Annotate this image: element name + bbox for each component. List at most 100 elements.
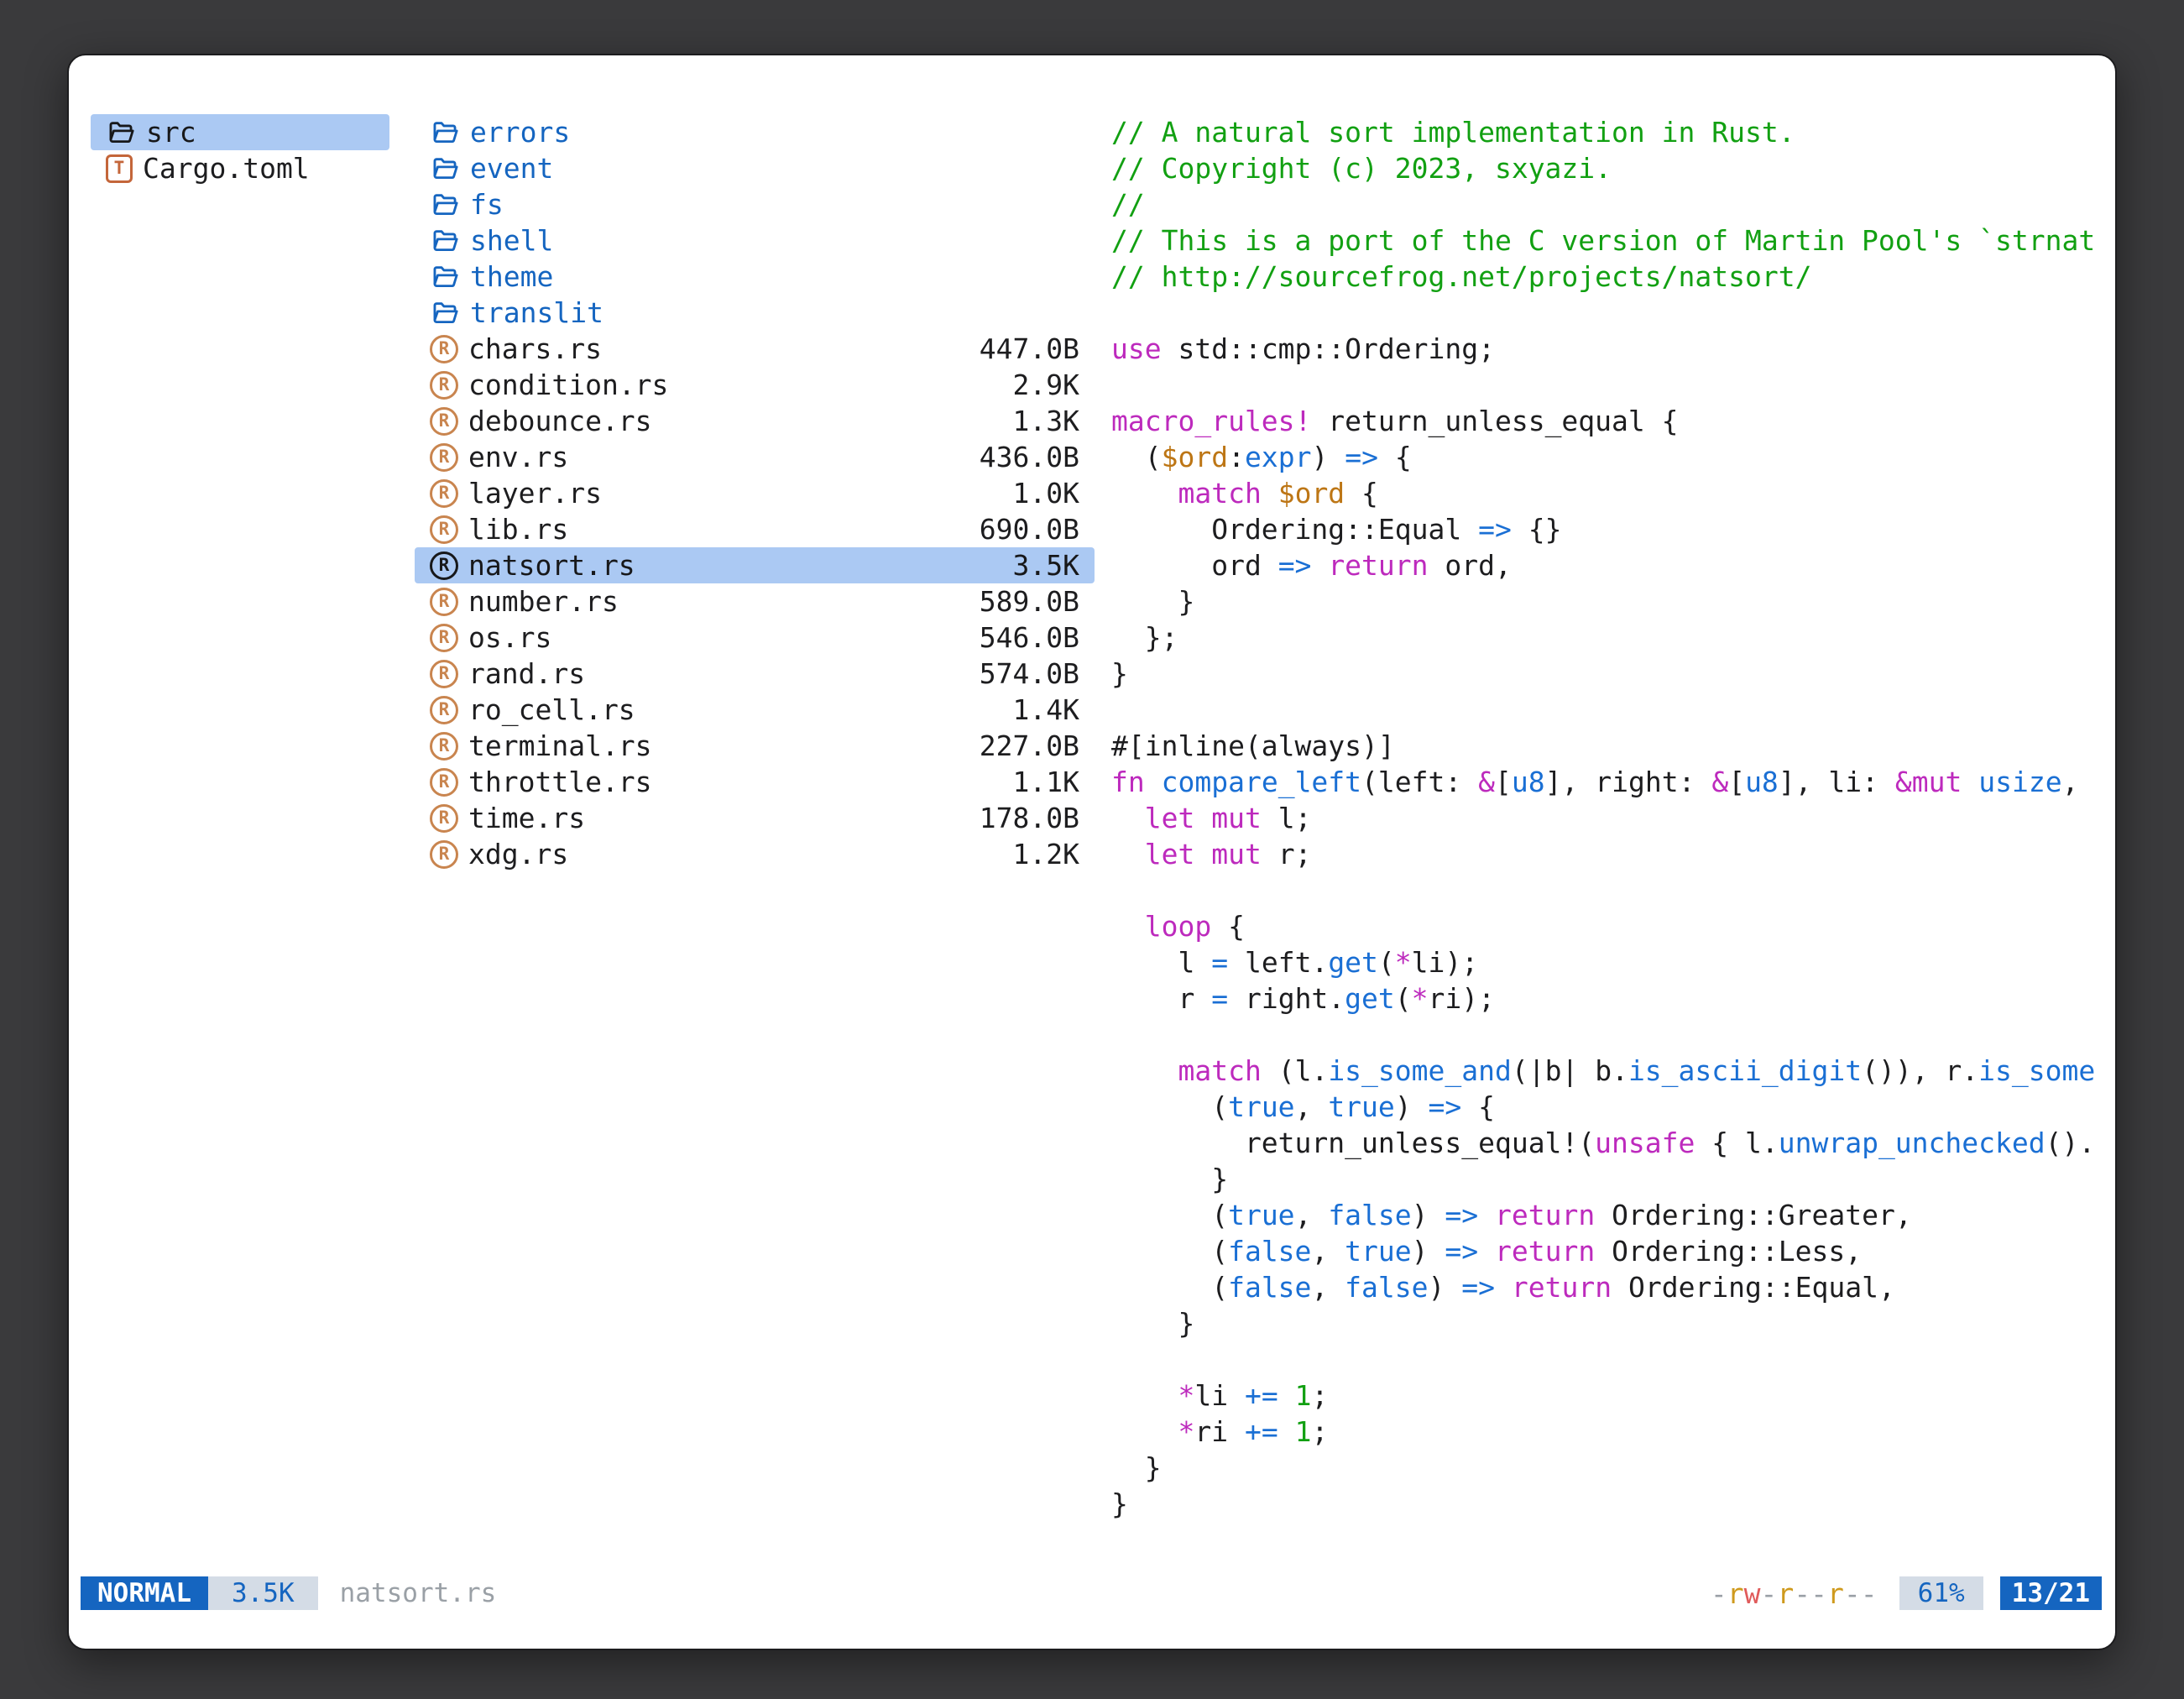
rust-file-icon: R <box>430 804 458 833</box>
main-area: srcTCargo.toml errorseventfsshellthemetr… <box>69 55 2115 1575</box>
file-row[interactable]: Rterminal.rs227.0B <box>415 728 1095 764</box>
entry-size: 574.0B <box>969 657 1079 690</box>
entry-name: chars.rs <box>468 332 602 365</box>
code-line: } <box>1111 1305 2095 1341</box>
dir-row[interactable]: shell <box>415 222 1095 259</box>
code-line: // This is a port of the C version of Ma… <box>1111 222 2095 259</box>
rust-file-icon: R <box>430 696 458 724</box>
rust-file-icon: R <box>430 552 458 580</box>
file-row[interactable]: Rnumber.rs 589.0B <box>415 583 1095 619</box>
entry-size: 1.4K <box>1003 693 1079 726</box>
file-row[interactable]: Rrand.rs 574.0B <box>415 656 1095 692</box>
code-line: ord => return ord, <box>1111 547 2095 583</box>
dir-row[interactable]: fs <box>415 186 1095 222</box>
code-line <box>1111 872 2095 908</box>
rust-file-icon: R <box>430 515 458 544</box>
file-row[interactable]: Rxdg.rs1.2K <box>415 836 1095 872</box>
code-line: (true, true) => { <box>1111 1089 2095 1125</box>
rust-file-icon: R <box>430 588 458 616</box>
entry-size: 436.0B <box>969 441 1079 473</box>
entry-name: translit <box>470 296 603 329</box>
entry-name: condition.rs <box>468 369 668 401</box>
entry-name: env.rs <box>468 441 568 473</box>
code-line: } <box>1111 656 2095 692</box>
entry-size: 690.0B <box>969 513 1079 546</box>
entry-name: event <box>470 152 553 185</box>
code-line: // Copyright (c) 2023, sxyazi. <box>1111 150 2095 186</box>
code-line: } <box>1111 1161 2095 1197</box>
rust-file-icon: R <box>430 407 458 436</box>
file-row[interactable]: TCargo.toml <box>91 150 389 186</box>
code-line <box>1111 1341 2095 1377</box>
file-row[interactable]: Rthrottle.rs1.1K <box>415 764 1095 800</box>
rust-file-icon: R <box>430 660 458 688</box>
file-row[interactable]: Rnatsort.rs 3.5K <box>415 547 1095 583</box>
code-line: match (l.is_some_and(|b| b.is_ascii_digi… <box>1111 1053 2095 1089</box>
entry-size: 589.0B <box>969 585 1079 618</box>
folder-icon <box>430 118 460 148</box>
file-row[interactable]: Rro_cell.rs 1.4K <box>415 692 1095 728</box>
entry-name: time.rs <box>468 802 585 834</box>
code-line: (false, true) => return Ordering::Less, <box>1111 1233 2095 1269</box>
code-line: loop { <box>1111 908 2095 944</box>
code-line <box>1111 692 2095 728</box>
file-row[interactable]: Rlayer.rs1.0K <box>415 475 1095 511</box>
parent-panel: srcTCargo.toml <box>91 114 389 186</box>
rust-file-icon: R <box>430 840 458 869</box>
file-manager-window: srcTCargo.toml errorseventfsshellthemetr… <box>67 54 2117 1650</box>
preview-panel: // A natural sort implementation in Rust… <box>1111 114 2095 1522</box>
entry-name: shell <box>470 224 553 257</box>
entry-name: ro_cell.rs <box>468 693 635 726</box>
status-right-group: -rw-r--r-- 61% 13/21 <box>1711 1576 2102 1610</box>
entry-name: number.rs <box>468 585 619 618</box>
entry-name: lib.rs <box>468 513 568 546</box>
folder-icon <box>106 118 136 148</box>
file-permissions: -rw-r--r-- <box>1711 1577 1878 1610</box>
entry-size: 447.0B <box>969 332 1079 365</box>
file-row[interactable]: Ros.rs546.0B <box>415 619 1095 656</box>
code-line <box>1111 367 2095 403</box>
file-row[interactable]: Rlib.rs 690.0B <box>415 511 1095 547</box>
entry-name: natsort.rs <box>468 549 635 582</box>
dir-row[interactable]: errors <box>415 114 1095 150</box>
code-line <box>1111 1017 2095 1053</box>
code-line: *li += 1; <box>1111 1377 2095 1414</box>
file-row[interactable]: Rchars.rs 447.0B <box>415 331 1095 367</box>
entry-name: throttle.rs <box>468 766 652 798</box>
entry-size: 1.3K <box>1003 405 1079 437</box>
rust-file-icon: R <box>430 624 458 652</box>
dir-row[interactable]: theme <box>415 259 1095 295</box>
code-line: use std::cmp::Ordering; <box>1111 331 2095 367</box>
toml-file-icon: T <box>106 154 133 183</box>
file-row[interactable]: Renv.rs436.0B <box>415 439 1095 475</box>
entry-size: 227.0B <box>969 729 1079 762</box>
rust-file-icon: R <box>430 335 458 363</box>
file-row[interactable]: Rtime.rs178.0B <box>415 800 1095 836</box>
code-line: // A natural sort implementation in Rust… <box>1111 114 2095 150</box>
file-row[interactable]: Rcondition.rs2.9K <box>415 367 1095 403</box>
entry-name: rand.rs <box>468 657 585 690</box>
code-line: l = left.get(*li); <box>1111 944 2095 980</box>
code-line: } <box>1111 1486 2095 1522</box>
code-line: // <box>1111 186 2095 222</box>
dir-row[interactable]: translit <box>415 295 1095 331</box>
current-panel: errorseventfsshellthemetranslitRchars.rs… <box>415 114 1095 872</box>
code-line: } <box>1111 583 2095 619</box>
entry-size: 3.5K <box>1003 549 1079 582</box>
rust-file-icon: R <box>430 732 458 761</box>
cursor-position-badge: 13/21 <box>2000 1576 2102 1610</box>
dir-row[interactable]: src <box>91 114 389 150</box>
entry-size: 1.0K <box>1003 477 1079 510</box>
file-row[interactable]: Rdebounce.rs1.3K <box>415 403 1095 439</box>
code-line: #[inline(always)] <box>1111 728 2095 764</box>
code-line: let mut r; <box>1111 836 2095 872</box>
entry-name: theme <box>470 260 553 293</box>
code-line: (true, false) => return Ordering::Greate… <box>1111 1197 2095 1233</box>
code-line: ($ord:expr) => { <box>1111 439 2095 475</box>
rust-file-icon: R <box>430 479 458 508</box>
code-line: (false, false) => return Ordering::Equal… <box>1111 1269 2095 1305</box>
dir-row[interactable]: event <box>415 150 1095 186</box>
entry-size: 2.9K <box>1003 369 1079 401</box>
code-line: r = right.get(*ri); <box>1111 980 2095 1017</box>
folder-icon <box>430 190 460 220</box>
